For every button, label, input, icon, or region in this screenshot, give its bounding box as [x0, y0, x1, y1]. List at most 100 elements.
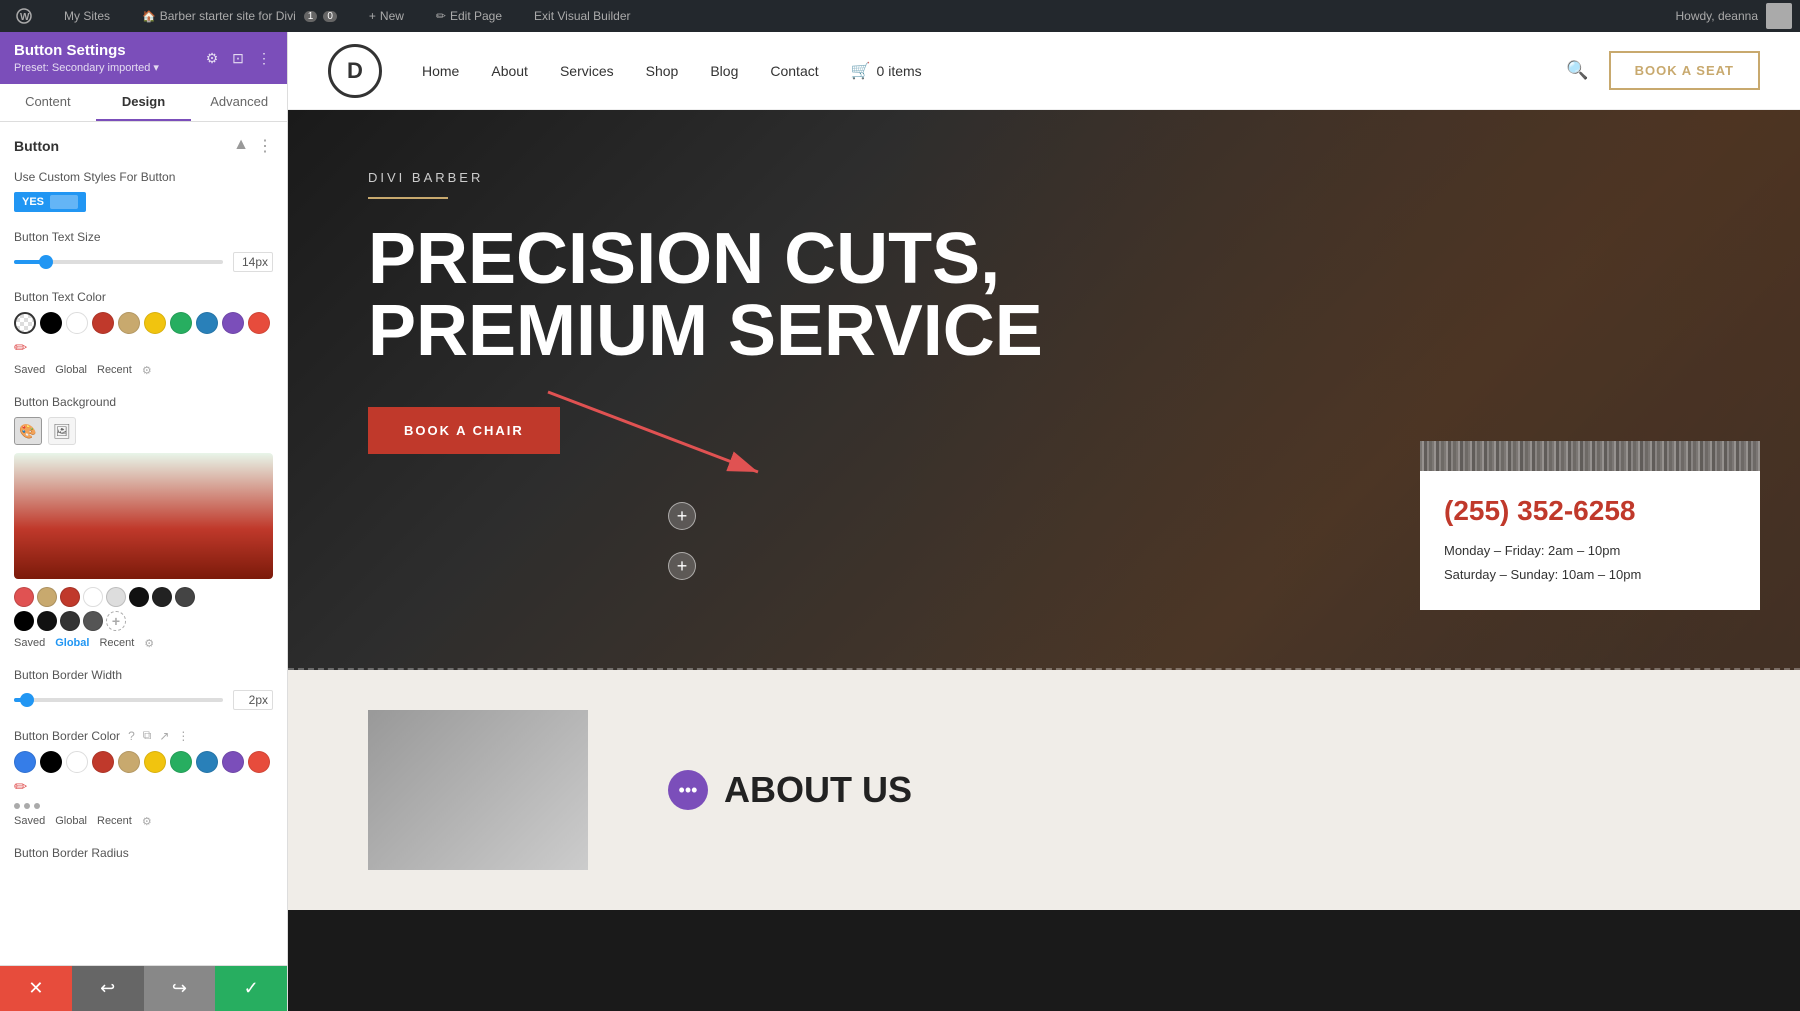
nav-about[interactable]: About [491, 63, 528, 79]
border-color-blue[interactable] [196, 751, 218, 773]
bg-swatch-coral[interactable] [14, 587, 34, 607]
bg-color-btn[interactable]: 🎨 [14, 417, 42, 445]
section-title: Button [14, 138, 59, 154]
panel-header: Button Settings Preset: Secondary import… [0, 32, 287, 84]
text-color-black[interactable] [40, 312, 62, 334]
text-color-gear[interactable]: ⚙ [142, 364, 152, 377]
bg-swatch-red[interactable] [60, 587, 80, 607]
save-button[interactable]: ✓ [215, 966, 287, 1011]
bg-gear[interactable]: ⚙ [144, 637, 154, 650]
border-color-black[interactable] [40, 751, 62, 773]
add-btn-2-container: + [668, 542, 696, 590]
nav-services[interactable]: Services [560, 63, 614, 79]
border-color-highlight[interactable] [14, 751, 36, 773]
add-section-button-2[interactable]: + [668, 552, 696, 580]
border-color-coral[interactable] [248, 751, 270, 773]
new-item[interactable]: + New [361, 0, 412, 32]
nav-contact[interactable]: Contact [770, 63, 818, 79]
border-color-purple[interactable] [222, 751, 244, 773]
text-color-yellow[interactable] [144, 312, 166, 334]
bg-global[interactable]: Global [55, 637, 89, 650]
border-color-white[interactable] [66, 751, 88, 773]
border-color-pen-icon[interactable]: ✏ [14, 777, 27, 797]
border-color-gold[interactable] [118, 751, 140, 773]
book-chair-button[interactable]: BOOK A CHAIR [368, 407, 560, 454]
border-color-more[interactable]: ⋮ [177, 729, 189, 743]
bg-row: Button Background 🎨 🖼 [14, 395, 273, 650]
nav-home[interactable]: Home [422, 63, 459, 79]
section-actions: ▲ ⋮ [233, 136, 273, 156]
border-color-help[interactable]: ? [128, 729, 135, 743]
exit-builder-item[interactable]: Exit Visual Builder [526, 0, 639, 32]
panel-close-icon[interactable]: ⋮ [255, 49, 273, 67]
bg-saved[interactable]: Saved [14, 637, 45, 650]
bg-swatch-gold[interactable] [37, 587, 57, 607]
section-collapse-icon[interactable]: ▲ [233, 136, 249, 156]
add-section-button-1[interactable]: + [668, 502, 696, 530]
text-color-green[interactable] [170, 312, 192, 334]
tab-design[interactable]: Design [96, 84, 192, 121]
border-recent[interactable]: Recent [97, 815, 132, 828]
border-width-value[interactable]: 2px [233, 690, 273, 710]
tab-content[interactable]: Content [0, 84, 96, 121]
search-icon[interactable]: 🔍 [1566, 60, 1588, 81]
site-title-item[interactable]: 🏠 Barber starter site for Divi 1 0 [134, 0, 345, 32]
text-color-purple[interactable] [222, 312, 244, 334]
bg-small-swatches [14, 587, 273, 607]
bg-swatch-gray[interactable] [83, 611, 103, 631]
border-color-copy[interactable]: ⧉ [143, 728, 152, 743]
phone-number[interactable]: (255) 352-6258 [1444, 495, 1736, 527]
border-color-link[interactable]: ↗ [159, 729, 169, 743]
border-gear[interactable]: ⚙ [142, 815, 152, 828]
bg-swatch-black1[interactable] [14, 611, 34, 631]
text-size-thumb[interactable] [39, 255, 53, 269]
cart-area[interactable]: 🛒 0 items [851, 61, 922, 81]
bg-swatch-add[interactable]: + [106, 611, 126, 631]
info-card: (255) 352-6258 Monday – Friday: 2am – 10… [1420, 471, 1760, 610]
text-size-value[interactable]: 14px [233, 252, 273, 272]
text-color-white[interactable] [66, 312, 88, 334]
text-color-saved[interactable]: Saved [14, 364, 45, 377]
bg-color-picker[interactable] [14, 453, 273, 579]
section-more-icon[interactable]: ⋮ [257, 136, 273, 156]
book-seat-button[interactable]: BOOK A SEAT [1609, 51, 1760, 90]
border-global[interactable]: Global [55, 815, 87, 828]
bg-swatch-black2[interactable] [37, 611, 57, 631]
tab-advanced[interactable]: Advanced [191, 84, 287, 121]
cancel-button[interactable]: ✕ [0, 966, 72, 1011]
my-sites-item[interactable]: My Sites [56, 0, 118, 32]
panel-settings-icon[interactable]: ⚙ [203, 49, 221, 67]
nav-shop[interactable]: Shop [646, 63, 679, 79]
bg-swatch-darkgray2[interactable] [175, 587, 195, 607]
wp-logo-item[interactable]: W [8, 0, 40, 32]
bg-swatch-white[interactable] [83, 587, 103, 607]
edit-page-item[interactable]: ✏ Edit Page [428, 0, 510, 32]
undo-button[interactable]: ↩ [72, 966, 144, 1011]
text-color-coral[interactable] [248, 312, 270, 334]
text-color-red[interactable] [92, 312, 114, 334]
bg-label: Button Background [14, 395, 273, 409]
bg-swatch-black3[interactable] [60, 611, 80, 631]
bg-image-btn[interactable]: 🖼 [48, 417, 76, 445]
nav-blog[interactable]: Blog [710, 63, 738, 79]
text-color-blue[interactable] [196, 312, 218, 334]
redo-button[interactable]: ↪ [144, 966, 216, 1011]
panel-expand-icon[interactable]: ⊡ [229, 49, 247, 67]
bg-swatch-darkgray1[interactable] [152, 587, 172, 607]
bg-swatch-lightgray[interactable] [106, 587, 126, 607]
bg-recent[interactable]: Recent [99, 637, 134, 650]
text-color-recent[interactable]: Recent [97, 364, 132, 377]
border-color-red[interactable] [92, 751, 114, 773]
text-color-gold[interactable] [118, 312, 140, 334]
bg-swatch-nearblack[interactable] [129, 587, 149, 607]
border-color-green[interactable] [170, 751, 192, 773]
text-color-swatches: ✏ [14, 312, 273, 358]
border-width-thumb[interactable] [20, 693, 34, 707]
border-saved[interactable]: Saved [14, 815, 45, 828]
text-color-global[interactable]: Global [55, 364, 87, 377]
text-size-track [14, 260, 223, 264]
border-color-yellow[interactable] [144, 751, 166, 773]
text-color-pen-icon[interactable]: ✏ [14, 338, 27, 358]
text-color-transparent[interactable] [14, 312, 36, 334]
custom-styles-toggle[interactable]: YES [14, 192, 86, 212]
